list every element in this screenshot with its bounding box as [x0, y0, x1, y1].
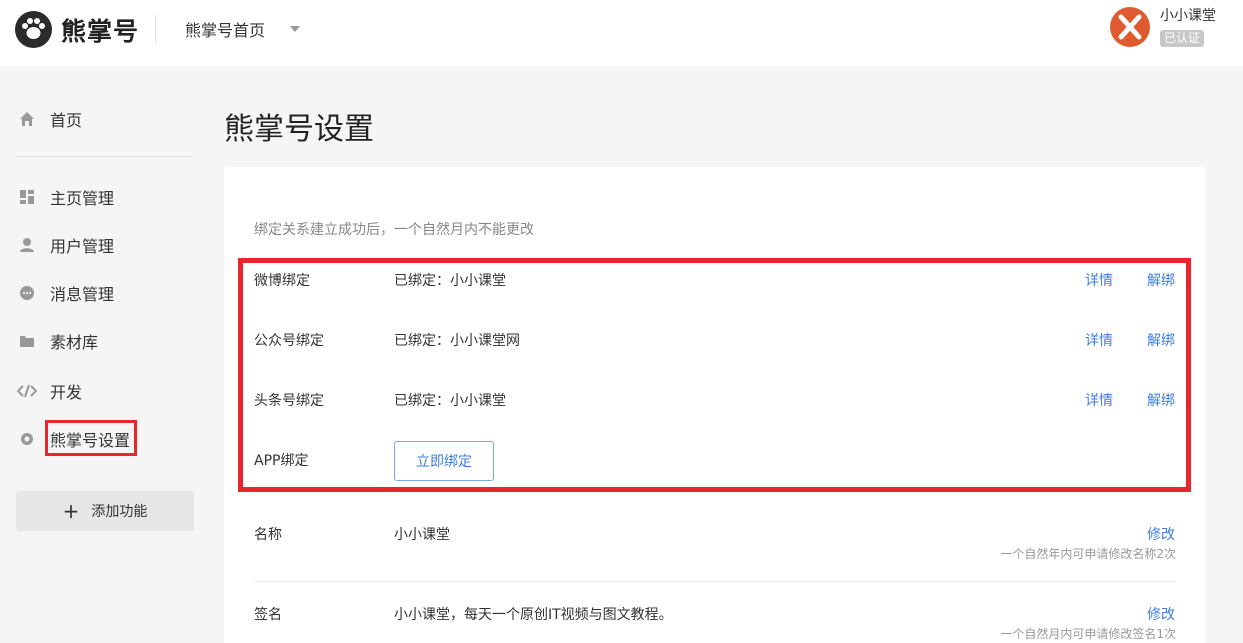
signature-modify-link[interactable]: 修改	[1147, 604, 1175, 624]
home-icon	[16, 108, 38, 130]
official-account-binding-label: 公众号绑定	[254, 333, 324, 349]
logo-text[interactable]: 熊掌号	[61, 12, 139, 48]
app-binding-label: APP绑定	[254, 453, 309, 469]
weibo-detail-link[interactable]: 详情	[1085, 270, 1113, 290]
sidebar-item-message-management[interactable]: 消息管理	[16, 278, 114, 308]
bind-now-button[interactable]: 立即绑定	[394, 441, 494, 481]
weibo-unbind-link[interactable]: 解绑	[1147, 270, 1175, 290]
sidebar-item-label: 消息管理	[50, 285, 115, 304]
toutiao-binding-label: 头条号绑定	[254, 393, 324, 409]
sidebar-item-label: 用户管理	[50, 237, 115, 256]
sidebar-divider	[16, 156, 193, 157]
weibo-binding-label: 微博绑定	[254, 273, 310, 289]
header-divider	[155, 15, 156, 43]
avatar[interactable]	[1110, 7, 1150, 47]
add-feature-label: 添加功能	[91, 504, 148, 520]
sidebar-item-material-library[interactable]: 素材库	[16, 326, 98, 356]
dashboard-icon	[16, 186, 38, 208]
toutiao-binding-value: 已绑定：小小课堂	[394, 393, 506, 409]
sidebar-item-home[interactable]: 首页	[16, 104, 82, 134]
name-label: 名称	[254, 527, 282, 543]
highlight-box	[238, 258, 1191, 492]
signature-label: 签名	[254, 607, 282, 623]
weibo-binding-value: 已绑定：小小课堂	[394, 273, 506, 289]
sidebar-item-homepage-management[interactable]: 主页管理	[16, 182, 114, 212]
sidebar-item-label: 素材库	[50, 333, 99, 352]
code-icon	[16, 380, 38, 402]
official-account-detail-link[interactable]: 详情	[1085, 330, 1113, 350]
highlight-box	[45, 420, 137, 456]
user-icon	[16, 234, 38, 256]
sidebar-item-label: 主页管理	[50, 189, 115, 208]
name-modify-link[interactable]: 修改	[1147, 524, 1175, 544]
toutiao-unbind-link[interactable]: 解绑	[1147, 390, 1175, 410]
chevron-down-icon[interactable]	[290, 26, 300, 32]
user-name[interactable]: 小小课堂	[1160, 5, 1216, 25]
binding-hint: 绑定关系建立成功后，一个自然月内不能更改	[254, 222, 534, 238]
sidebar-item-label: 首页	[50, 111, 83, 130]
gear-icon	[16, 428, 38, 450]
top-header: 熊掌号 熊掌号首页 小小课堂 已认证	[0, 0, 1243, 66]
sidebar-item-develop[interactable]: 开发	[16, 376, 82, 406]
signature-value: 小小课堂，每天一个原创IT视频与图文教程。	[394, 607, 673, 623]
header-nav-title[interactable]: 熊掌号首页	[185, 17, 265, 41]
add-feature-button[interactable]: + 添加功能	[16, 491, 194, 531]
message-icon	[16, 282, 38, 304]
verified-badge: 已认证	[1160, 30, 1205, 47]
official-account-unbind-link[interactable]: 解绑	[1147, 330, 1175, 350]
row-divider	[254, 581, 1176, 582]
plus-icon: +	[62, 499, 80, 523]
sidebar-item-user-management[interactable]: 用户管理	[16, 230, 114, 260]
page-title: 熊掌号设置	[224, 112, 374, 147]
paw-logo-icon[interactable]	[15, 11, 52, 48]
name-modify-note: 一个自然年内可申请修改名称2次	[1000, 547, 1176, 561]
signature-modify-note: 一个自然月内可申请修改签名1次	[1000, 627, 1176, 641]
official-account-binding-value: 已绑定：小小课堂网	[394, 333, 520, 349]
folder-icon	[16, 330, 38, 352]
toutiao-detail-link[interactable]: 详情	[1085, 390, 1113, 410]
name-value: 小小课堂	[394, 527, 450, 543]
sidebar-item-label: 开发	[50, 383, 83, 402]
